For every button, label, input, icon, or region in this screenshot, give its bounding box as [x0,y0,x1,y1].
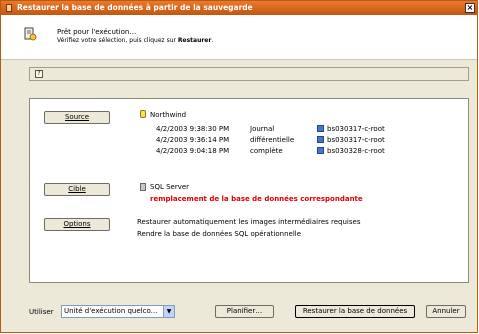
execution-unit-value: Unité d'exécution quelco... [64,307,158,315]
target-server: SQL Server [150,183,190,191]
server-icon [140,183,146,191]
backup-date: 4/2/2003 9:36:14 PM [156,136,230,144]
backup-file: bs030317-c-root [327,136,385,144]
instruction-prefix: Vérifiez votre sélection, puis cliquez s… [57,37,178,44]
status-text: Prêt pour l'exécution… [57,28,137,36]
help-icon[interactable]: ? [35,70,43,78]
summary-panel: Source Northwind 4/2/2003 9:38:30 PM Jou… [29,98,469,283]
backup-type: Journal [250,125,275,133]
close-button[interactable]: × [465,3,475,13]
backup-type: complète [250,147,283,155]
options-button-label: Options [63,220,91,228]
option-auto-restore: Restaurer automatiquement les images int… [137,218,361,226]
target-button-label: Cible [68,185,86,193]
options-button[interactable]: Options [44,218,110,231]
replace-warning: remplacement de la base de données corre… [150,195,363,203]
restore-button[interactable]: Restaurer la base de données [295,305,415,318]
restore-wizard-icon [24,27,37,41]
option-operational: Rendre la base de données SQL opérationn… [137,230,302,238]
app-icon [6,4,12,12]
target-button[interactable]: Cible [44,183,110,196]
restore-dialog: Restaurer la base de données à partir de… [0,0,478,333]
database-icon [140,110,146,118]
backup-file: bs030328-c-root [327,147,385,155]
database-name: Northwind [150,111,187,119]
instruction-emphasis: Restaurer [177,37,212,44]
instruction-suffix: . [211,37,214,44]
backup-date: 4/2/2003 9:04:18 PM [156,147,230,155]
chevron-down-icon[interactable]: ▼ [163,306,174,317]
backup-file: bs030317-c-root [327,125,385,133]
backup-file-icon [317,125,324,132]
window-title: Restaurer la base de données à partir de… [17,3,253,12]
cancel-button[interactable]: Annuler [426,305,466,318]
schedule-button[interactable]: Planifier… [215,305,274,318]
backup-file-icon [317,136,324,143]
use-label: Utiliser [29,308,54,316]
info-bar: ? [29,67,469,81]
source-button[interactable]: Source [44,111,110,124]
execution-unit-select[interactable]: Unité d'exécution quelco... ▼ [61,305,175,318]
backup-file-icon [317,147,324,154]
backup-type: différentielle [250,136,295,144]
title-bar[interactable]: Restaurer la base de données à partir de… [1,1,477,15]
backup-date: 4/2/2003 9:38:30 PM [156,125,230,133]
instruction-text: Vérifiez votre sélection, puis cliquez s… [57,37,213,44]
dialog-header: Prêt pour l'exécution… Vérifiez votre sé… [1,15,477,60]
source-button-label: Source [64,113,90,121]
